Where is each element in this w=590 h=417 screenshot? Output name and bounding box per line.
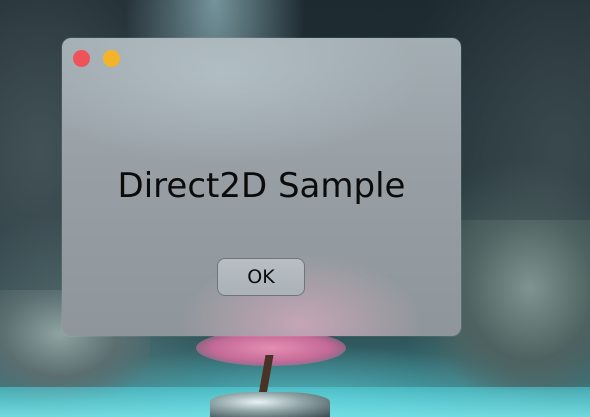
minimize-window-button[interactable] <box>103 50 120 67</box>
close-window-button[interactable] <box>73 50 90 67</box>
wallpaper-waterfall-rock <box>210 392 330 417</box>
desktop-background: Direct2D Sample OK <box>0 0 590 417</box>
ok-button[interactable]: OK <box>217 258 305 296</box>
wallpaper-rock-right <box>440 220 590 390</box>
ok-button-label: OK <box>247 266 275 288</box>
dialog-message: Direct2D Sample <box>117 166 406 206</box>
sample-dialog-window: Direct2D Sample OK <box>62 38 461 336</box>
